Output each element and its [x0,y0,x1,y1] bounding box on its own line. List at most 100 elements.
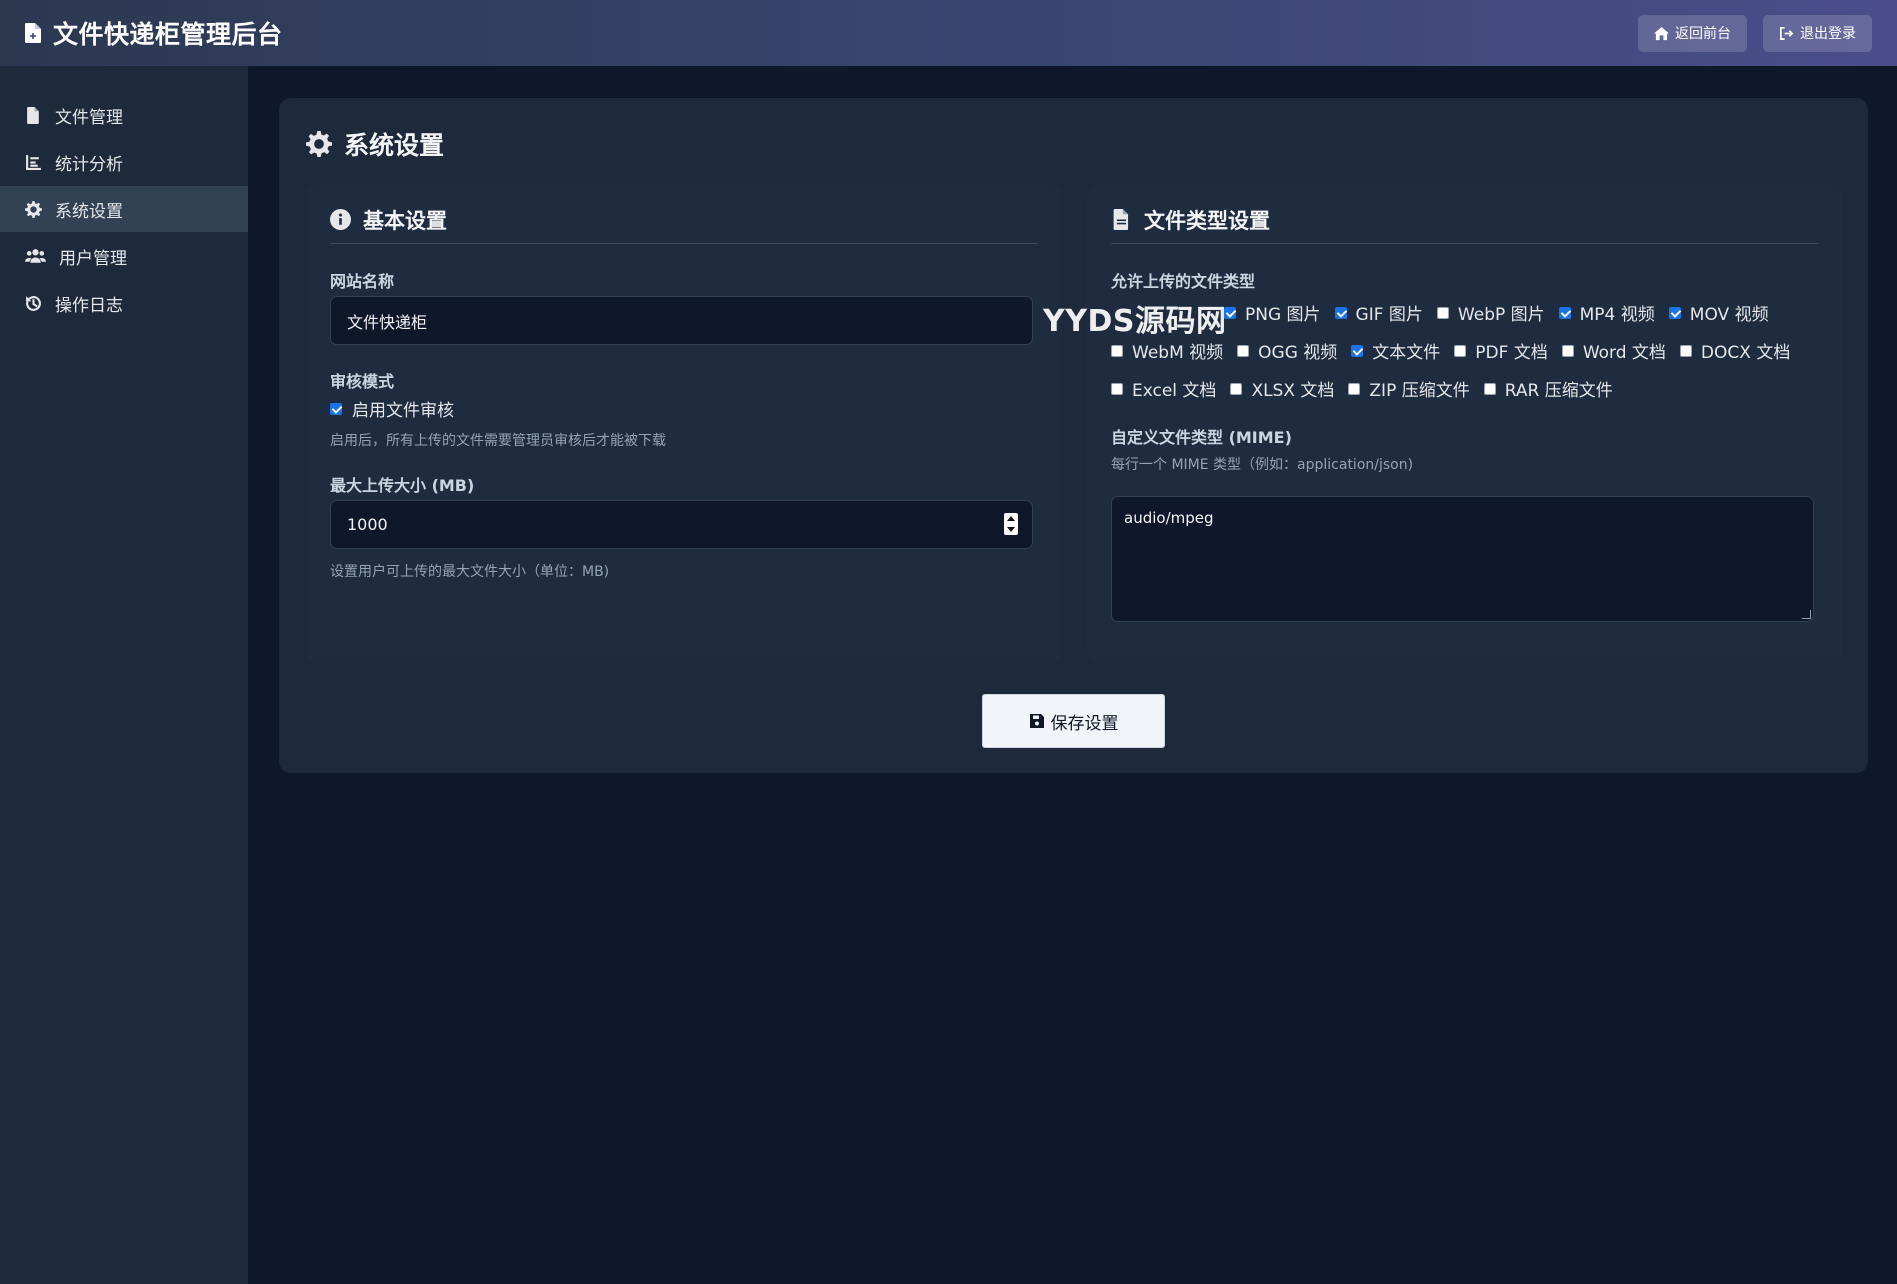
save-settings-button[interactable]: 保存设置 [982,694,1165,748]
back-to-front-label: 返回前台 [1675,26,1731,42]
filetype-webp[interactable]: WebP 图片 [1436,300,1545,325]
filetype-png[interactable]: PNG 图片 [1224,300,1321,325]
site-name-label: 网站名称 [330,272,395,291]
filetype-label: DOCX 文档 [1700,343,1791,363]
filetype-checkbox[interactable] [1668,306,1681,319]
filetype-rar[interactable]: RAR 压缩文件 [1483,376,1613,401]
filetype-gif[interactable]: GIF 图片 [1334,300,1423,325]
filetype-checkbox[interactable] [1348,382,1361,395]
logout-button[interactable]: 退出登录 [1763,14,1872,52]
site-name-input[interactable]: 文件快递柜 [330,296,1033,345]
review-checkbox[interactable] [330,402,342,415]
info-icon [330,209,351,230]
site-name-value: 文件快递柜 [347,312,428,332]
filetype-label: RAR 压缩文件 [1504,381,1613,401]
sidebar-item-settings[interactable]: 系统设置 [0,186,248,232]
sidebar-item-label: 用户管理 [59,248,127,269]
filetype-label: ZIP 压缩文件 [1369,381,1470,401]
mime-textarea[interactable]: audio/mpeg [1111,496,1814,622]
filetype-checkbox[interactable] [1558,306,1571,319]
review-mode-label: 审核模式 [330,372,395,391]
filetype-label: Excel 文档 [1132,381,1217,401]
filetype-word[interactable]: Word 文档 [1561,338,1666,363]
back-to-front-button[interactable]: 返回前台 [1638,14,1747,52]
filetype-row-3: Excel 文档 XLSX 文档 ZIP 压缩文件 RAR 压缩文件 [1111,376,1627,401]
filetype-checkbox[interactable] [1351,344,1364,357]
sidebar-item-label: 文件管理 [55,107,123,128]
mime-label: 自定义文件类型 (MIME) [1111,428,1292,447]
max-size-value: 1000 [347,515,388,534]
sidebar: 文件管理 统计分析 系统设置 用户管理 操作日志 [0,66,248,1284]
filetype-checkbox[interactable] [1561,344,1574,357]
file-icon [25,23,41,43]
filetype-xlsx[interactable]: XLSX 文档 [1230,376,1334,401]
filetype-settings-title-text: 文件类型设置 [1144,208,1270,233]
filetype-settings-title: 文件类型设置 [1111,204,1818,244]
filetype-label: Word 文档 [1582,343,1666,363]
page-title-text: 系统设置 [344,131,445,160]
filetype-label: WebP 图片 [1457,305,1545,325]
top-header: 文件快递柜管理后台 返回前台 退出登录 [0,0,1897,66]
file-icon [1113,209,1129,230]
history-icon [26,295,41,311]
gear-icon [25,200,42,218]
sidebar-item-users[interactable]: 用户管理 [0,233,248,279]
sidebar-item-stats[interactable]: 统计分析 [0,139,248,185]
filetype-label: 文本文件 [1372,343,1441,363]
save-icon [1029,714,1044,728]
filetype-checkbox[interactable] [1230,382,1243,395]
sidebar-item-files[interactable]: 文件管理 [0,92,248,138]
filetype-checkbox[interactable] [1483,382,1496,395]
basic-settings-title-text: 基本设置 [363,208,447,233]
filetype-checkbox[interactable] [1111,344,1123,357]
filetype-label: MOV 视频 [1689,305,1769,325]
app-title: 文件快递柜管理后台 [53,20,283,49]
sidebar-item-label: 操作日志 [55,295,123,316]
filetype-row-1: PNG 图片 GIF 图片 WebP 图片 MP4 视频 MOV 视频 [1224,300,1783,325]
mime-value: audio/mpeg [1124,509,1214,527]
max-size-label: 最大上传大小 (MB) [330,476,475,495]
filetype-excel[interactable]: Excel 文档 [1111,376,1216,401]
filetype-checkbox[interactable] [1237,344,1250,357]
filetype-checkbox[interactable] [1436,306,1449,319]
sidebar-item-label: 系统设置 [55,201,123,222]
logout-icon [1780,26,1794,40]
filetype-label: GIF 图片 [1355,305,1423,325]
save-settings-label: 保存设置 [1050,713,1119,734]
chart-icon [26,154,41,170]
home-icon [1654,26,1669,40]
sidebar-item-label: 统计分析 [55,154,123,175]
filetype-text[interactable]: 文本文件 [1351,338,1440,363]
filetype-label: XLSX 文档 [1251,381,1335,401]
logout-label: 退出登录 [1800,26,1856,42]
sidebar-item-logs[interactable]: 操作日志 [0,280,248,326]
mime-hint: 每行一个 MIME 类型（例如：application/json) [1111,457,1414,473]
filetype-pdf[interactable]: PDF 文档 [1454,338,1548,363]
max-size-hint: 设置用户可上传的最大文件大小（单位：MB) [330,564,610,580]
filetype-label: MP4 视频 [1579,305,1655,325]
review-hint: 启用后，所有上传的文件需要管理员审核后才能被下载 [330,433,666,449]
file-icon [27,106,39,124]
filetype-row-2: WebM 视频 OGG 视频 文本文件 PDF 文档 Word 文档 DOCX … [1111,338,1804,363]
filetype-mp4[interactable]: MP4 视频 [1558,300,1655,325]
max-size-input[interactable]: 1000 [330,500,1033,549]
filetype-docx[interactable]: DOCX 文档 [1679,338,1791,363]
filetype-checkbox[interactable] [1454,344,1467,357]
filetype-settings-panel: 文件类型设置 允许上传的文件类型 PNG 图片 GIF 图片 WebP 图片 M… [1087,184,1842,662]
filetype-label: PDF 文档 [1475,343,1548,363]
filetype-zip[interactable]: ZIP 压缩文件 [1348,376,1470,401]
filetype-checkbox[interactable] [1224,306,1236,319]
filetype-checkbox[interactable] [1334,306,1347,319]
review-checkbox-row[interactable]: 启用文件审核 [330,396,454,421]
filetype-ogg[interactable]: OGG 视频 [1237,338,1337,363]
filetype-webm[interactable]: WebM 视频 [1111,338,1223,363]
resize-handle[interactable] [1802,610,1811,619]
filetype-mov[interactable]: MOV 视频 [1668,300,1769,325]
number-stepper[interactable] [1004,513,1018,535]
filetype-checkbox[interactable] [1111,382,1123,395]
filetype-label: OGG 视频 [1258,343,1338,363]
filetype-label: WebM 视频 [1132,343,1224,363]
settings-card: 系统设置 基本设置 网站名称 文件快递柜 审核模式 启用文件审核 启用后，所有上… [279,98,1868,773]
page-title: 系统设置 [306,126,444,162]
filetype-checkbox[interactable] [1679,344,1692,357]
